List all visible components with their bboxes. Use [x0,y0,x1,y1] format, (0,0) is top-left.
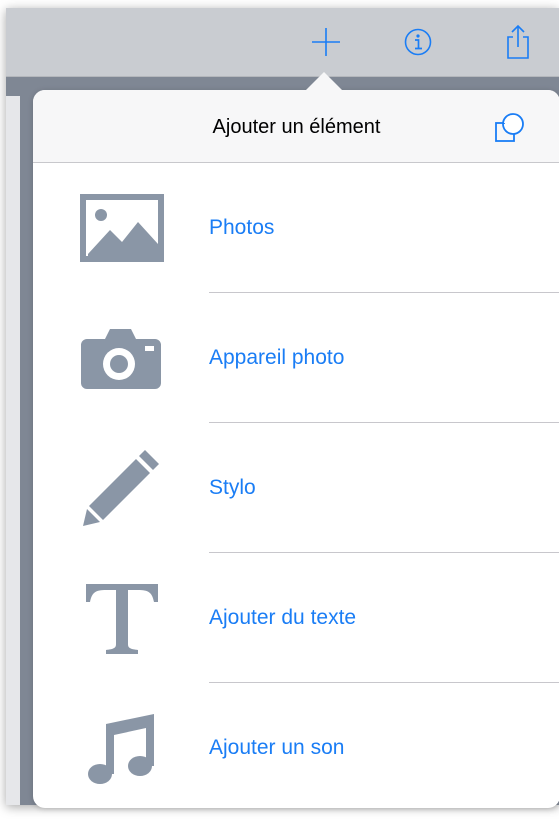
info-icon [404,28,432,56]
list-item-sound[interactable]: Ajouter un son [33,683,559,808]
shapes-button[interactable] [490,108,530,148]
photo-icon [77,190,167,266]
add-button[interactable] [306,22,346,62]
camera-icon [77,320,167,396]
list-item-photos[interactable]: Photos [33,163,559,293]
list-item-label[interactable]: Photos [209,163,274,293]
pencil-icon [77,450,167,526]
music-note-icon [77,710,167,786]
list-item-label[interactable]: Ajouter du texte [209,553,356,683]
text-icon [77,580,167,656]
list-item-text[interactable]: Ajouter du texte [33,553,559,683]
info-button[interactable] [398,22,438,62]
list-item-label[interactable]: Ajouter un son [209,683,344,808]
list-item-camera[interactable]: Appareil photo [33,293,559,423]
popover-header: Ajouter un élément [33,90,559,163]
add-element-popover: Ajouter un élément Photos Appareil photo… [33,90,559,808]
document-edge [6,96,20,805]
top-toolbar [6,8,559,77]
add-element-list: Photos Appareil photo Stylo Ajouter du t… [33,163,559,808]
screen: Ajouter un élément Photos Appareil photo… [0,0,559,820]
share-icon [507,24,529,59]
list-item-label[interactable]: Stylo [209,423,256,553]
popover-title: Ajouter un élément [212,116,381,138]
share-button[interactable] [498,22,538,62]
shapes-icon [495,113,524,142]
list-item-pen[interactable]: Stylo [33,423,559,553]
plus-icon [312,28,340,56]
popover-arrow [306,72,342,90]
list-item-label[interactable]: Appareil photo [209,293,344,423]
